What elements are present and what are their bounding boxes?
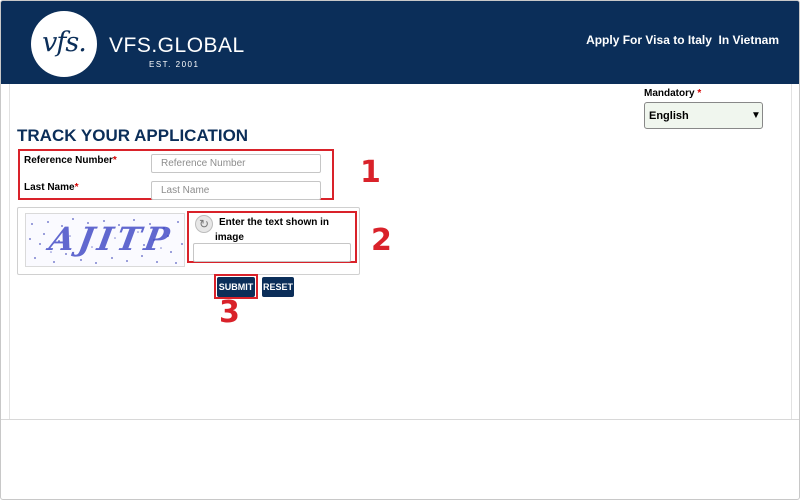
- reference-number-input[interactable]: [151, 154, 321, 173]
- brand-name: VFS.GLOBAL: [109, 34, 245, 57]
- language-select[interactable]: English: [644, 102, 763, 129]
- site-header: vfs. VFS.GLOBAL EST. 2001 Apply For Visa…: [1, 1, 799, 84]
- annotation-step-3: 3: [219, 295, 240, 330]
- last-name-input[interactable]: [151, 181, 321, 200]
- captcha-instruction: Enter the text shown in image: [215, 217, 330, 243]
- content-footer-divider: [1, 419, 799, 420]
- reset-button[interactable]: RESET: [262, 277, 294, 297]
- apply-for-visa-text: Apply For Visa to Italy In Vietnam: [586, 33, 779, 47]
- annotation-step-2: 2: [371, 223, 392, 258]
- captcha-image: AJITP: [25, 213, 185, 267]
- brand-established: EST. 2001: [149, 60, 200, 69]
- captcha-input[interactable]: [193, 243, 351, 262]
- required-marker: *: [697, 88, 702, 99]
- browser-frame: vfs. VFS.GLOBAL EST. 2001 Apply For Visa…: [0, 0, 800, 500]
- page-title: TRACK YOUR APPLICATION: [17, 126, 249, 145]
- logo-mark: vfs.: [42, 27, 87, 58]
- refresh-icon[interactable]: ↻: [195, 215, 213, 233]
- mandatory-label: Mandatory *: [644, 88, 702, 99]
- vfs-logo[interactable]: vfs.: [31, 11, 97, 77]
- content-right-edge: [791, 84, 792, 419]
- content-left-edge: [9, 84, 10, 419]
- annotation-step-1: 1: [360, 155, 381, 190]
- reference-number-label: Reference Number*: [24, 155, 117, 166]
- captcha-image-text: AJITP: [46, 220, 177, 258]
- last-name-label: Last Name*: [24, 182, 79, 193]
- submit-button[interactable]: SUBMIT: [217, 277, 255, 297]
